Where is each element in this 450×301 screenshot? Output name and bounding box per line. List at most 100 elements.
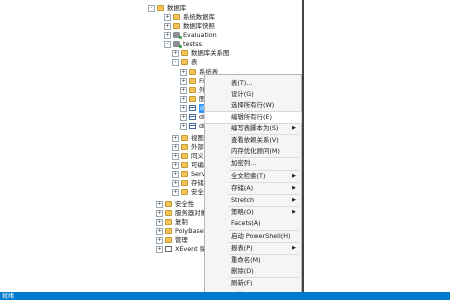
- menu-item[interactable]: 内存优化顾问(M): [205, 146, 301, 157]
- expand-icon[interactable]: +: [180, 105, 187, 112]
- menu-item[interactable]: 编写表脚本为(S) ▶: [205, 123, 301, 134]
- folder-icon: [165, 237, 172, 243]
- folder-icon: [181, 171, 188, 177]
- menu-item-label: Stretch: [231, 196, 255, 204]
- expand-icon[interactable]: +: [172, 171, 179, 178]
- menu-item[interactable]: 启动 PowerShell(H): [205, 231, 301, 242]
- folder-icon: [181, 59, 188, 65]
- expand-icon[interactable]: +: [164, 32, 171, 39]
- folder-icon: [173, 23, 180, 29]
- tree-node-label: 表: [191, 58, 198, 66]
- folder-icon: [189, 96, 196, 102]
- table-icon: [189, 123, 196, 129]
- folder-icon: [165, 210, 172, 216]
- menu-item[interactable]: 重命名(M): [205, 255, 301, 266]
- menu-item[interactable]: 刷新(F): [205, 278, 301, 289]
- folder-icon: [173, 14, 180, 20]
- menu-item-label: 内存优化顾问(M): [231, 147, 280, 156]
- folder-icon: [165, 228, 172, 234]
- menu-item[interactable]: 删除(D): [205, 266, 301, 277]
- expand-icon[interactable]: +: [156, 201, 163, 208]
- menu-item-label: 启动 PowerShell(H): [231, 231, 291, 240]
- folder-icon: [165, 201, 172, 207]
- collapse-icon[interactable]: -: [148, 5, 155, 12]
- menu-item[interactable]: 查看依赖关系(V): [205, 135, 301, 146]
- tree-node-label: testss: [183, 40, 202, 48]
- menu-item-label: Facets(A): [231, 219, 261, 228]
- expand-icon[interactable]: +: [172, 153, 179, 160]
- expand-icon[interactable]: +: [180, 78, 187, 85]
- menu-item-label: 加密列...: [231, 159, 257, 168]
- menu-item[interactable]: 全文检索(T) ▶: [205, 171, 301, 182]
- expand-icon[interactable]: +: [172, 135, 179, 142]
- status-bar: 就绪: [0, 292, 450, 300]
- menu-item[interactable]: 加密列...: [205, 158, 301, 169]
- menu-item-label: 设计(G): [231, 90, 254, 99]
- menu-item[interactable]: 设计(G): [205, 89, 301, 100]
- menu-item[interactable]: 编辑所有行(E): [204, 110, 302, 124]
- tree-node-label: 复制: [175, 218, 188, 226]
- menu-item-label: 重命名(M): [231, 256, 261, 264]
- expand-icon[interactable]: +: [156, 237, 163, 244]
- submenu-arrow-icon: ▶: [292, 197, 296, 203]
- context-menu: 表(T)... 设计(G) 选择所有行(W) 编辑所有行(E) 编写表脚本为(S) ▶ 查看…: [204, 74, 302, 300]
- expand-icon[interactable]: +: [180, 96, 187, 103]
- table-icon: [189, 114, 196, 120]
- expand-icon[interactable]: +: [156, 210, 163, 217]
- folder-icon: [157, 5, 164, 11]
- menu-item[interactable]: Facets(A): [205, 218, 301, 229]
- collapse-icon[interactable]: -: [172, 59, 179, 66]
- folder-icon: [181, 144, 188, 150]
- menu-item[interactable]: 选择所有行(W): [205, 100, 301, 111]
- tree-node-label: 数据库: [167, 4, 187, 12]
- folder-icon: [165, 219, 172, 225]
- status-text: 就绪: [2, 293, 15, 300]
- folder-icon: [189, 78, 196, 84]
- submenu-arrow-icon: ▶: [292, 209, 296, 216]
- checkbox-icon: [165, 246, 172, 252]
- menu-item-label: 策略(O): [231, 208, 254, 217]
- menu-item-label: 刷新(F): [231, 279, 253, 288]
- expand-icon[interactable]: +: [180, 87, 187, 94]
- expand-icon[interactable]: +: [172, 50, 179, 57]
- folder-icon: [181, 135, 188, 141]
- expand-icon[interactable]: +: [164, 14, 171, 21]
- expand-icon[interactable]: +: [172, 180, 179, 187]
- submenu-arrow-icon: ▶: [292, 124, 296, 131]
- tree-node-label: 数据库快照: [183, 22, 215, 30]
- submenu-arrow-icon: ▶: [292, 184, 296, 191]
- expand-icon[interactable]: +: [180, 123, 187, 130]
- expand-icon[interactable]: +: [180, 69, 187, 76]
- menu-item[interactable]: 表(T)...: [205, 78, 301, 89]
- submenu-arrow-icon: ▶: [292, 172, 296, 179]
- menu-item-label: 查看依赖关系(V): [231, 136, 279, 144]
- tree-node-label: 存储: [191, 179, 204, 187]
- tree-node-label: 管理: [175, 236, 188, 244]
- database-icon: [173, 41, 182, 48]
- expand-icon[interactable]: +: [172, 162, 179, 169]
- menu-item[interactable]: 存储(A) ▶: [205, 183, 301, 194]
- submenu-arrow-icon: ▶: [292, 244, 296, 251]
- menu-item-label: 表(T)...: [231, 79, 253, 87]
- expand-icon[interactable]: +: [164, 23, 171, 30]
- expand-icon[interactable]: +: [172, 189, 179, 196]
- folder-icon: [181, 189, 188, 195]
- menu-item-label: 全文检索(T): [231, 171, 266, 180]
- folder-icon: [181, 153, 188, 159]
- menu-item[interactable]: Stretch ▶: [205, 195, 301, 206]
- collapse-icon[interactable]: -: [164, 41, 171, 48]
- expand-icon[interactable]: +: [180, 114, 187, 121]
- folder-icon: [181, 180, 188, 186]
- menu-item[interactable]: 报表(P) ▶: [205, 243, 301, 254]
- table-icon: [189, 105, 196, 111]
- expand-icon[interactable]: +: [156, 246, 163, 253]
- folder-icon: [189, 69, 196, 75]
- expand-icon[interactable]: +: [156, 219, 163, 226]
- menu-item-label: 编写表脚本为(S): [231, 123, 279, 132]
- menu-item-label: 存储(A): [231, 183, 254, 192]
- expand-icon[interactable]: +: [156, 228, 163, 235]
- tree-node-label: 服务器对象: [175, 209, 207, 217]
- expand-icon[interactable]: +: [172, 144, 179, 151]
- menu-item[interactable]: 策略(O) ▶: [205, 207, 301, 218]
- folder-icon: [181, 50, 188, 56]
